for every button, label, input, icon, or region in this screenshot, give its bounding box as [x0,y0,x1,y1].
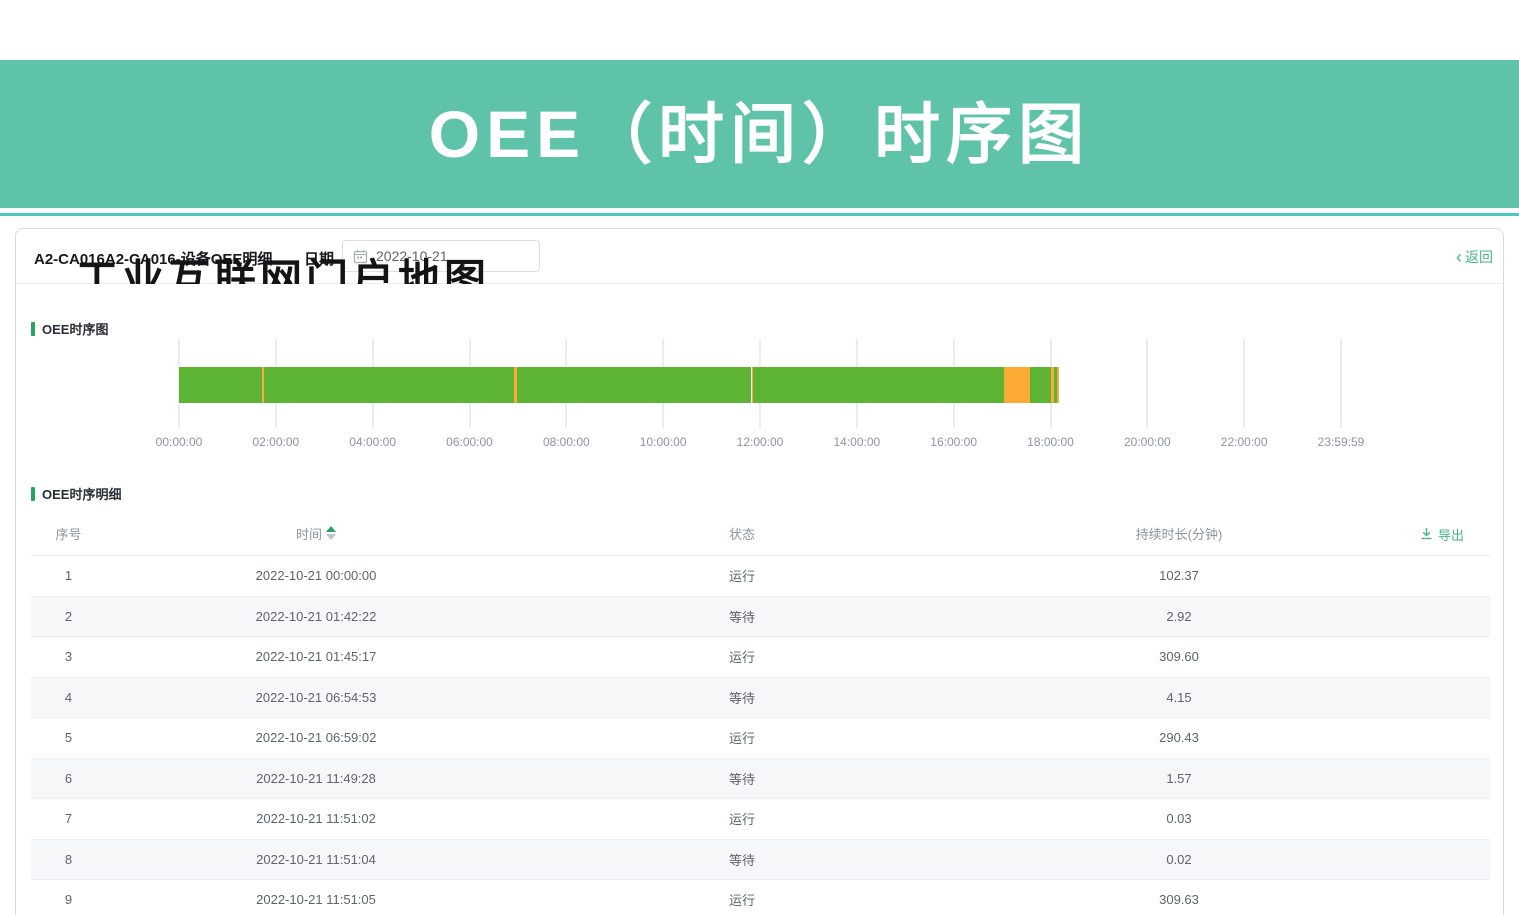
cell-no: 2 [31,609,106,624]
panel-header: A2-CA016A2-CA016-设备OEE明细 日期 2022-10-21 [16,229,1503,284]
cell-duration: 309.63 [958,892,1400,907]
sort-desc-icon[interactable] [326,534,336,540]
cell-time: 2022-10-21 11:51:02 [106,811,526,826]
cell-duration: 102.37 [958,568,1400,583]
cell-time: 2022-10-21 01:42:22 [106,609,526,624]
axis-tick-label: 16:00:00 [930,435,977,449]
table-row: 62022-10-21 11:49:28等待1.57 [31,759,1490,800]
table-row: 72022-10-21 11:51:02运行0.03 [31,799,1490,840]
axis-tick-label: 10:00:00 [640,435,687,449]
cell-no: 3 [31,649,106,664]
timeline-segment-运行[interactable] [179,367,262,403]
section-bar-icon [31,487,35,501]
cell-duration: 1.57 [958,771,1400,786]
calendar-icon [353,249,368,264]
export-label: 导出 [1438,525,1464,544]
table-row: 32022-10-21 01:45:17运行309.60 [31,637,1490,678]
date-label: 日期 [304,248,334,269]
oee-detail-table: 序号 时间 状态 持续时长(分钟) [31,511,1490,915]
table-row: 42022-10-21 06:54:53等待4.15 [31,678,1490,719]
axis-tick-label: 00:00:00 [156,435,203,449]
cell-no: 9 [31,892,106,907]
sort-asc-icon[interactable] [326,526,336,532]
axis-tick-label: 23:59:59 [1318,435,1365,449]
date-picker[interactable]: 2022-10-21 [342,240,540,272]
cell-status: 等待 [526,769,958,788]
axis-tick-label: 06:00:00 [446,435,493,449]
main-panel: A2-CA016A2-CA016-设备OEE明细 日期 2022-10-21 [15,228,1504,915]
cell-duration: 2.92 [958,609,1400,624]
cell-status: 运行 [526,647,958,666]
cell-duration: 0.03 [958,811,1400,826]
sort-carets-icon[interactable] [326,526,336,540]
axis-tick-label: 12:00:00 [737,435,784,449]
cell-duration: 290.43 [958,730,1400,745]
axis-tick-label: 08:00:00 [543,435,590,449]
cell-no: 5 [31,730,106,745]
col-header-time[interactable]: 时间 [106,524,526,543]
cell-status: 等待 [526,850,958,869]
cell-time: 2022-10-21 11:51:05 [106,892,526,907]
back-link[interactable]: ‹ 返回 [1456,247,1493,267]
col-header-no: 序号 [31,524,106,543]
axis-tick-label: 20:00:00 [1124,435,1171,449]
page: OEE（时间）时序图 A2-CA016A2-CA016-设备OEE明细 日期 [0,0,1519,915]
cell-duration: 0.02 [958,852,1400,867]
table-row: 12022-10-21 00:00:00运行102.37 [31,556,1490,597]
table-row: 22022-10-21 01:42:22等待2.92 [31,597,1490,638]
cell-no: 1 [31,568,106,583]
table-header-row: 序号 时间 状态 持续时长(分钟) [31,511,1490,556]
axis-tick-label: 14:00:00 [833,435,880,449]
cell-time: 2022-10-21 00:00:00 [106,568,526,583]
chevron-left-icon: ‹ [1456,250,1462,264]
table-section-title: OEE时序明细 [31,484,121,503]
cell-time: 2022-10-21 11:51:04 [106,852,526,867]
table-row: 82022-10-21 11:51:04等待0.02 [31,840,1490,881]
export-button[interactable]: 导出 [1420,525,1464,544]
cell-status: 等待 [526,688,958,707]
cell-no: 8 [31,852,106,867]
timeline-segment-运行[interactable] [517,367,751,403]
cell-status: 等待 [526,607,958,626]
cell-status: 运行 [526,566,958,585]
col-header-status: 状态 [526,524,958,543]
timeline-segment-运行[interactable] [264,367,514,403]
cell-time: 2022-10-21 11:49:28 [106,771,526,786]
page-title: OEE（时间）时序图 [429,101,1090,167]
cell-time: 2022-10-21 01:45:17 [106,649,526,664]
cell-no: 4 [31,690,106,705]
back-label: 返回 [1465,247,1493,267]
cell-time: 2022-10-21 06:59:02 [106,730,526,745]
axis-tick-label: 22:00:00 [1221,435,1268,449]
panel-title: A2-CA016A2-CA016-设备OEE明细 [34,248,272,269]
cell-status: 运行 [526,890,958,909]
cell-status: 运行 [526,728,958,747]
cell-time: 2022-10-21 06:54:53 [106,690,526,705]
chart-section-title: OEE时序图 [31,319,108,338]
section-bar-icon [31,322,35,336]
timeline-segment-等待[interactable] [1004,367,1030,403]
axis-tick-label: 18:00:00 [1027,435,1074,449]
banner-divider [0,213,1519,216]
timeline-segment-运行[interactable] [1030,367,1051,403]
timeline-segment-运行[interactable] [753,367,1004,403]
table-row: 92022-10-21 11:51:05运行309.63 [31,880,1490,915]
cell-no: 6 [31,771,106,786]
page-banner: OEE（时间）时序图 [0,60,1519,208]
date-value: 2022-10-21 [376,248,448,264]
cell-status: 运行 [526,809,958,828]
table-row: 52022-10-21 06:59:02运行290.43 [31,718,1490,759]
cell-no: 7 [31,811,106,826]
timeline-segment-等待[interactable] [1057,367,1060,403]
download-icon [1420,527,1433,543]
cell-duration: 309.60 [958,649,1400,664]
axis-tick-label: 04:00:00 [349,435,396,449]
table-body: 12022-10-21 00:00:00运行102.3722022-10-21 … [31,556,1490,915]
col-header-duration: 持续时长(分钟) [958,524,1400,543]
axis-tick-label: 02:00:00 [252,435,299,449]
oee-timeline-chart[interactable]: 00:00:0002:00:0004:00:0006:00:0008:00:00… [179,339,1341,454]
cell-duration: 4.15 [958,690,1400,705]
timeline-bar [179,367,1341,403]
